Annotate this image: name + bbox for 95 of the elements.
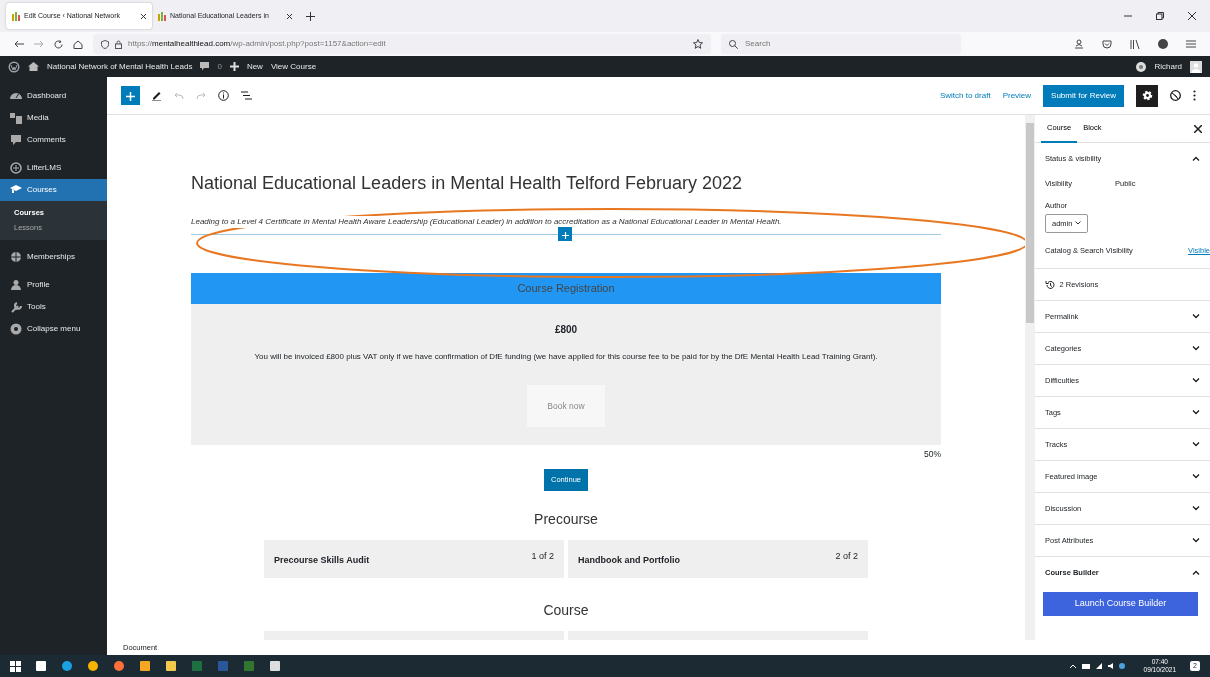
post-excerpt[interactable]: Leading to a Level 4 Certificate in Mental Health Aware Leadership (Educational Leader) in addition to accreditation as a National Educational Leader in Mental Health. [191, 215, 782, 228]
home-icon [28, 62, 39, 71]
chevron-down-icon[interactable] [1192, 442, 1200, 447]
close-icon[interactable] [1194, 124, 1202, 133]
invoice-note: You will be invoiced £800 plus VAT only if we have confirmation of DfE funding (we have applied for this course fee to be paid for by the DfE Mental Health Lead Training Grant). [254, 351, 878, 364]
pencil-icon[interactable] [152, 90, 162, 101]
view-course-link[interactable]: View Course [270, 60, 317, 73]
chevron-down-icon[interactable] [1192, 378, 1200, 383]
sidebar-item[interactable]: LifterLMS [0, 157, 107, 179]
minimize-icon[interactable] [1124, 12, 1132, 20]
collapse-icon [10, 322, 22, 335]
close-icon[interactable] [286, 12, 293, 20]
avatar-icon [1190, 60, 1202, 73]
wrench-icon [10, 300, 22, 313]
list-view-icon[interactable] [241, 91, 252, 100]
lesson-count: 2 of 2 [835, 549, 858, 563]
address-field[interactable]: https://mentalhealthlead.com/wp-admin/post.php?post=1157&action=edit [93, 34, 711, 54]
new-link[interactable]: New [246, 60, 263, 73]
person-icon [10, 278, 22, 291]
close-icon[interactable] [140, 12, 147, 20]
media-icon [10, 112, 22, 124]
sidebar-item[interactable]: Tools [0, 295, 107, 318]
user-name[interactable]: Richard [1154, 60, 1182, 73]
search-bar[interactable]: Search [721, 34, 961, 54]
site-name-link[interactable]: National Network of Mental Health Leads [47, 60, 193, 73]
settings-icon [1141, 90, 1153, 101]
sidebar-item[interactable]: Collapse menu [0, 317, 107, 340]
profile-icon[interactable] [1158, 39, 1168, 49]
price-text: £800 [554, 323, 578, 338]
lesson-card[interactable]: Handbook and Portfolio 2 of 2 [568, 539, 868, 578]
add-block-button[interactable] [121, 86, 140, 105]
progress-text: 50% [923, 448, 941, 461]
chevron-up-icon[interactable] [1192, 570, 1200, 575]
chevron-down-icon[interactable] [1192, 314, 1200, 319]
sidebar-item[interactable]: Courses [0, 179, 107, 201]
section-heading: Course [542, 600, 590, 620]
comment-icon [10, 134, 22, 146]
graduation-cap-icon [10, 184, 22, 196]
scrollbar-thumb[interactable] [1026, 123, 1034, 323]
lesson-title: Handbook and Portfolio [578, 553, 680, 567]
section-heading: Precourse [533, 509, 599, 529]
wordpress-logo-icon[interactable] [8, 60, 20, 73]
comment-count: 0 [217, 60, 222, 73]
home-icon[interactable] [73, 39, 83, 49]
sidebar-item[interactable]: Dashboard [0, 85, 107, 107]
book-now-button[interactable]: Book now [527, 385, 605, 428]
account-icon[interactable] [1074, 39, 1084, 49]
toolbar-link[interactable]: Switch to draft [939, 89, 991, 102]
close-icon[interactable] [1188, 12, 1196, 20]
pocket-icon[interactable] [1102, 39, 1112, 49]
sidebar-item[interactable]: Media [0, 107, 107, 129]
sidebar-item[interactable]: Profile [0, 273, 107, 296]
registration-header: Course Registration [191, 273, 941, 305]
search-field[interactable]: Search [743, 37, 943, 51]
lock-icon [115, 39, 122, 49]
chevron-down-icon[interactable] [1192, 506, 1200, 511]
toolbar-link[interactable]: Preview [1002, 89, 1032, 102]
lesson-count: 1 of 2 [531, 549, 554, 563]
new-tab-icon[interactable] [306, 12, 315, 21]
favicon-icon [157, 11, 167, 21]
plus-icon [126, 92, 135, 102]
search-icon [729, 39, 738, 49]
comment-icon[interactable] [200, 62, 210, 71]
menu-icon[interactable] [1186, 40, 1196, 48]
post-title[interactable]: National Educational Leaders in Mental Health Telford February 2022 [191, 173, 941, 195]
insert-block-button[interactable] [558, 227, 572, 242]
lesson-title: Precourse Skills Audit [274, 553, 370, 567]
notification-icon[interactable] [1136, 61, 1147, 72]
lesson-card[interactable]: Precourse Skills Audit 1 of 2 [264, 539, 564, 578]
chevron-down-icon[interactable] [1192, 538, 1200, 543]
shield-icon [101, 39, 109, 49]
dashboard-icon [10, 90, 22, 102]
plus-icon [229, 62, 239, 71]
launch-builder-button[interactable]: Launch Course Builder [1043, 592, 1198, 616]
back-icon[interactable] [14, 40, 24, 48]
submit-button[interactable]: Submit for Review [1043, 84, 1124, 107]
task-view-icon[interactable] [35, 660, 47, 672]
chevron-down-icon[interactable] [1192, 474, 1200, 479]
favicon-icon [11, 11, 21, 21]
chevron-down-icon[interactable] [1192, 410, 1200, 415]
history-icon [1045, 279, 1055, 290]
windows-icon[interactable] [10, 660, 21, 672]
star-icon[interactable] [693, 39, 703, 49]
sidebar-item[interactable]: Comments [0, 129, 107, 151]
chevron-up-icon[interactable] [1192, 156, 1200, 161]
plus-icon [561, 231, 569, 239]
settings-button[interactable] [1136, 84, 1158, 107]
restore-icon[interactable] [1156, 12, 1164, 20]
more-options-icon[interactable] [1193, 90, 1196, 101]
chevron-down-icon[interactable] [1192, 346, 1200, 351]
info-icon[interactable] [218, 90, 229, 101]
chevron-down-icon [1074, 221, 1081, 226]
library-icon[interactable] [1130, 39, 1140, 49]
reload-icon[interactable] [54, 39, 63, 49]
sidebar-item[interactable]: Memberships [0, 245, 107, 268]
